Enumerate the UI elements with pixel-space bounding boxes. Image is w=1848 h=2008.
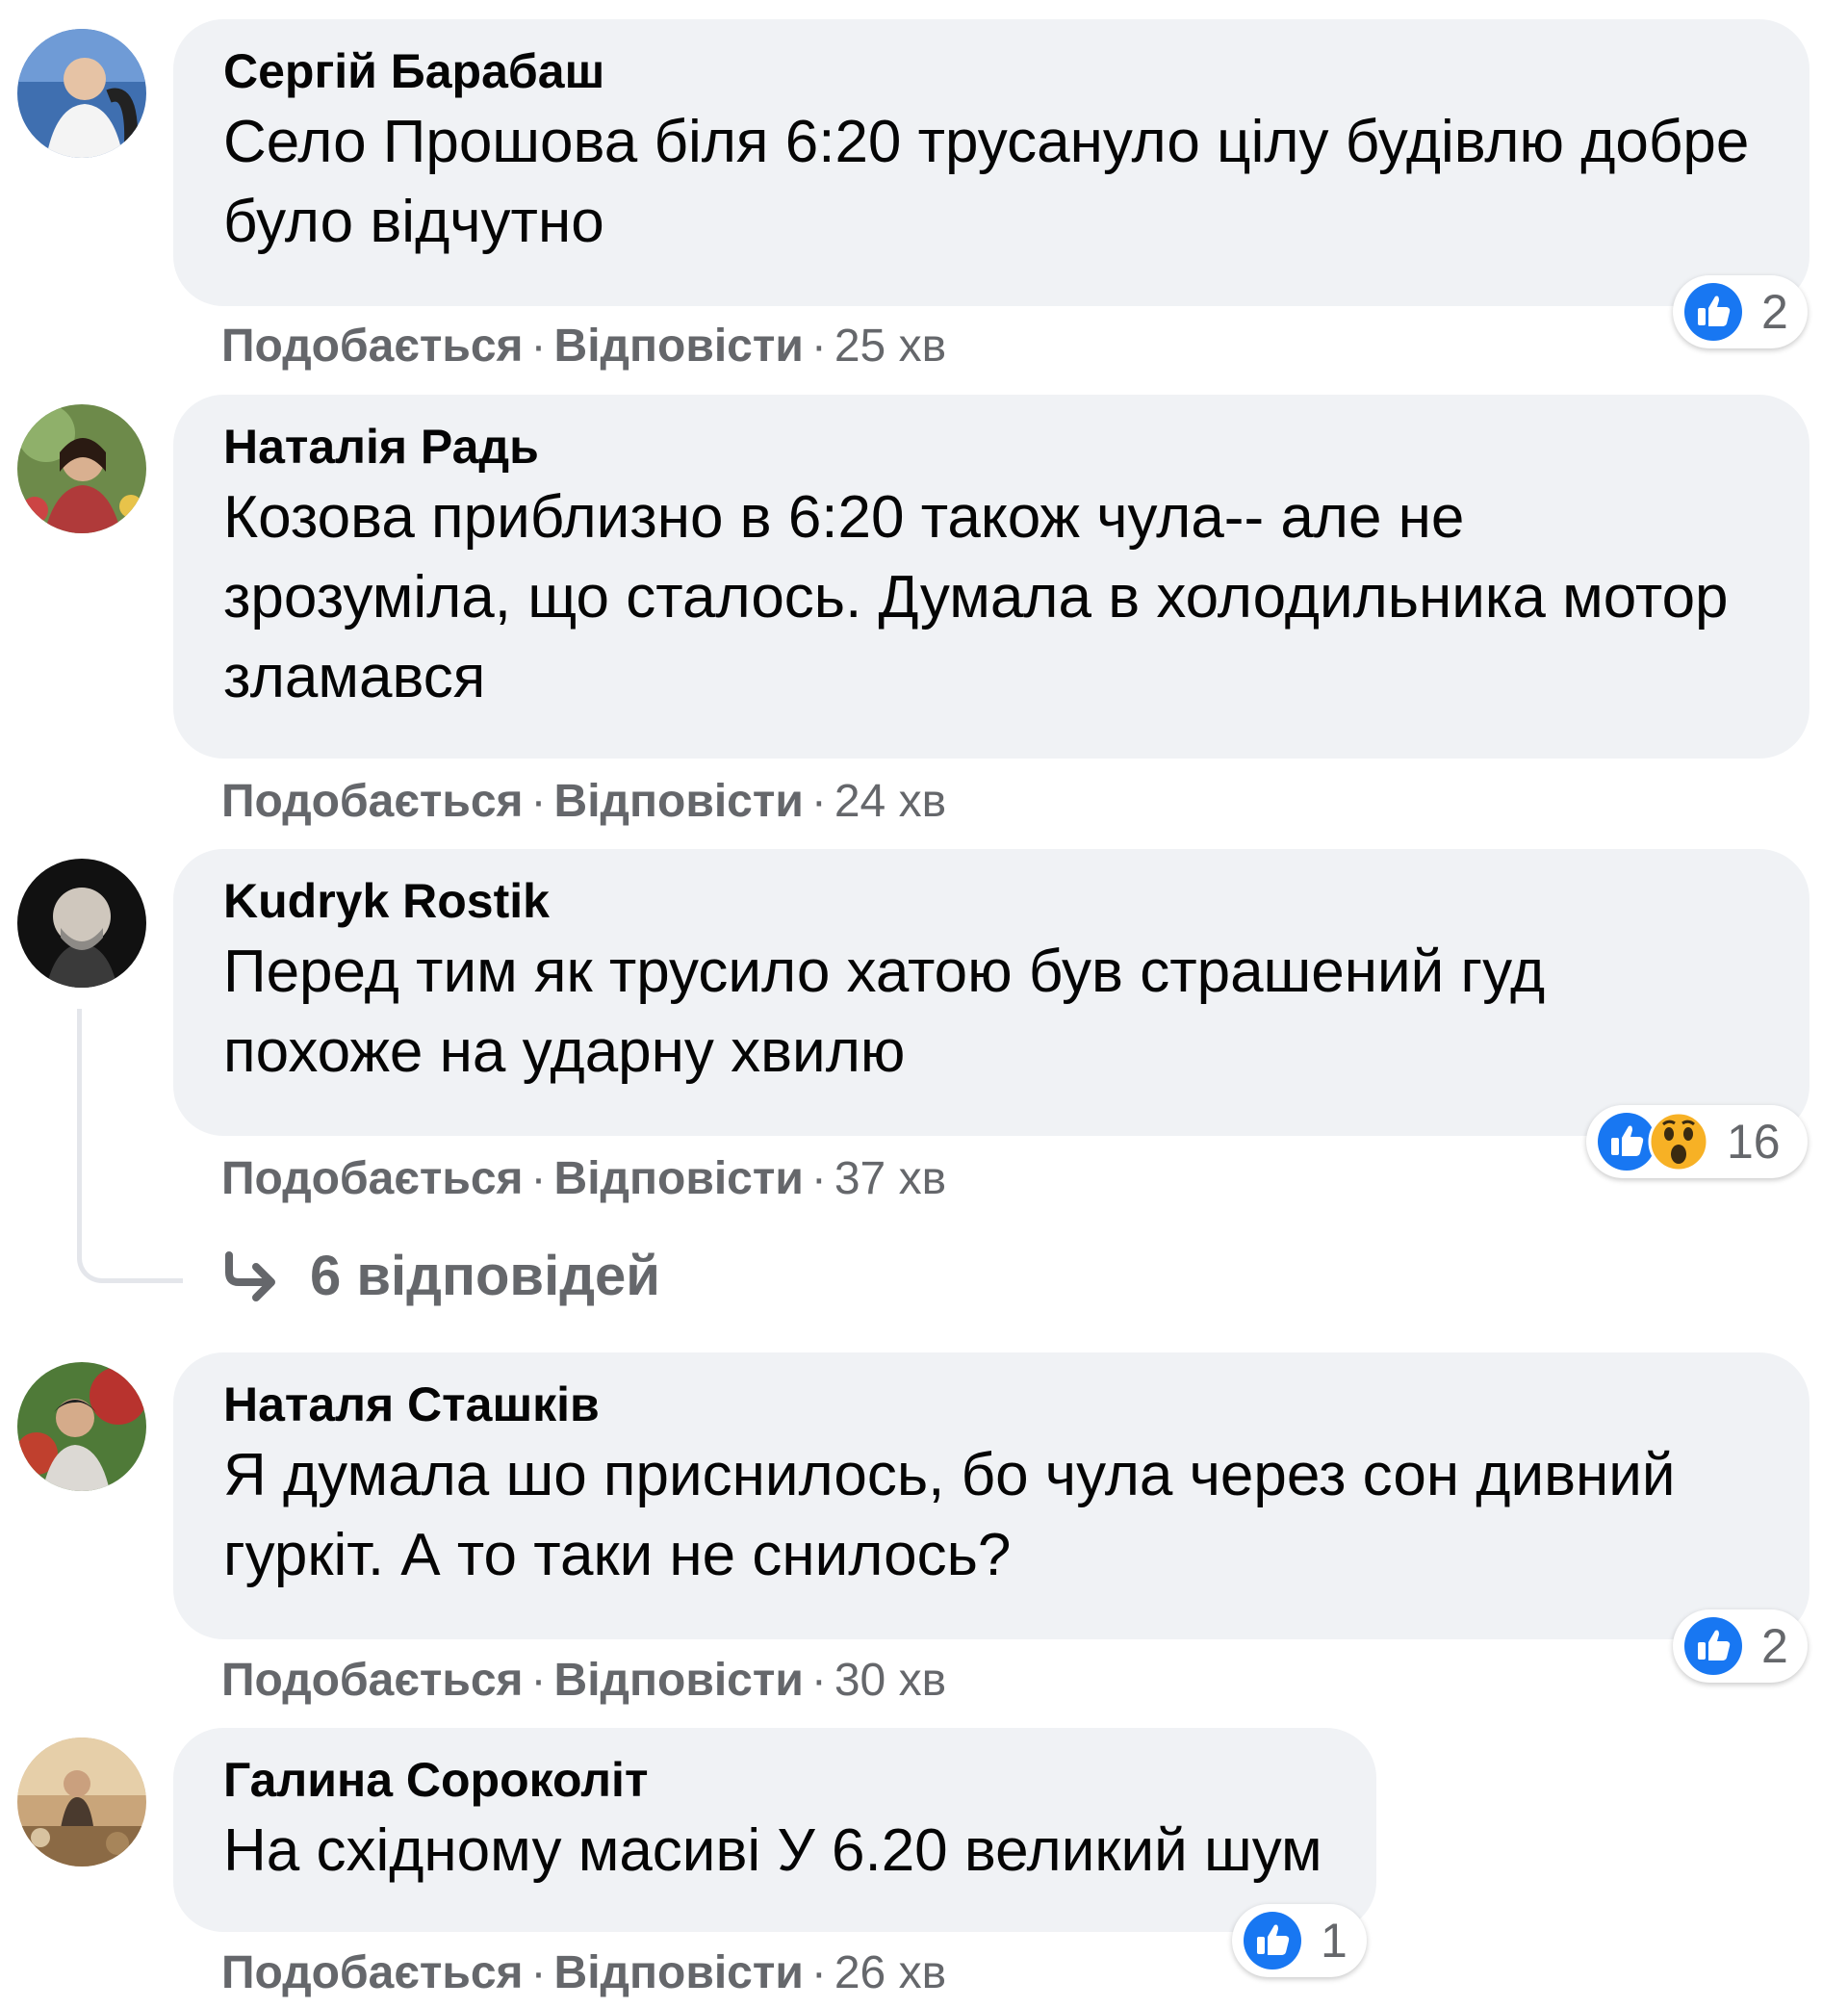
like-icon [1244, 1912, 1301, 1969]
reply-button[interactable]: Відповісти [554, 1655, 804, 1706]
reactions-badge[interactable]: 2 [1673, 275, 1808, 348]
reaction-count: 2 [1761, 285, 1788, 339]
comment-timestamp[interactable]: 37 хв [834, 1153, 946, 1204]
comment-actions: Подобається · Відповісти · 25 хв [221, 321, 947, 372]
reply-arrow-icon [225, 1251, 275, 1301]
like-button[interactable]: Подобається [221, 1947, 524, 1998]
comment-text: На східному масиві У 6.20 великий шум [223, 1817, 1322, 1884]
reactions-badge[interactable]: 1 [1232, 1904, 1367, 1977]
thread-line [77, 1009, 183, 1283]
comment-bubble: Галина Сороколіт На східному масиві У 6.… [173, 1728, 1376, 1932]
reply-button[interactable]: Відповісти [554, 776, 804, 827]
like-icon [1684, 283, 1742, 341]
comment-author[interactable]: Kudryk Rostik [223, 870, 1759, 932]
wow-icon [1648, 1111, 1709, 1172]
comment-timestamp[interactable]: 25 хв [834, 321, 946, 372]
like-icon [1684, 1617, 1742, 1675]
comment-text: Козова приблизно в 6:20 також чула-- але… [223, 484, 1729, 710]
comment-text: Я думала шо приснилось, бо чула через со… [223, 1442, 1676, 1588]
avatar[interactable] [17, 404, 146, 533]
comment-bubble: Наталя Сташків Я думала шо приснилось, б… [173, 1352, 1810, 1639]
avatar[interactable] [17, 1362, 146, 1491]
reply-button[interactable]: Відповісти [554, 1153, 804, 1204]
comment-author[interactable]: Наталія Радь [223, 416, 1759, 477]
like-button[interactable]: Подобається [221, 1655, 524, 1706]
reply-button[interactable]: Відповісти [554, 321, 804, 372]
reaction-count: 2 [1761, 1619, 1788, 1673]
reaction-count: 16 [1727, 1115, 1781, 1169]
comment-timestamp[interactable]: 30 хв [834, 1655, 946, 1706]
view-replies-link[interactable]: 6 відповідей [221, 1242, 660, 1311]
reply-button[interactable]: Відповісти [554, 1947, 804, 1998]
comment-bubble: Сергій Барабаш Село Прошова біля 6:20 тр… [173, 19, 1810, 306]
avatar[interactable] [17, 859, 146, 988]
comment-text: Село Прошова біля 6:20 трусануло цілу бу… [223, 109, 1750, 255]
avatar[interactable] [17, 29, 146, 158]
like-button[interactable]: Подобається [221, 776, 524, 827]
reactions-badge[interactable]: 2 [1673, 1609, 1808, 1683]
comment-author[interactable]: Наталя Сташків [223, 1374, 1759, 1435]
avatar[interactable] [17, 1738, 146, 1866]
like-button[interactable]: Подобається [221, 321, 524, 372]
comment-actions: Подобається · Відповісти · 30 хв [221, 1655, 947, 1706]
comment-timestamp[interactable]: 24 хв [834, 776, 946, 827]
comment-text: Перед тим як трусило хатою був страшений… [223, 939, 1546, 1085]
comment-bubble: Наталія Радь Козова приблизно в 6:20 так… [173, 395, 1810, 759]
comment-author[interactable]: Галина Сороколіт [223, 1749, 1326, 1811]
comment-bubble: Kudryk Rostik Перед тим як трусило хатою… [173, 849, 1810, 1136]
reaction-count: 1 [1321, 1914, 1348, 1968]
comment-actions: Подобається · Відповісти · 26 хв [221, 1947, 947, 1998]
comment-actions: Подобається · Відповісти · 24 хв [221, 776, 947, 827]
comment-actions: Подобається · Відповісти · 37 хв [221, 1153, 947, 1204]
comment-author[interactable]: Сергій Барабаш [223, 40, 1759, 102]
replies-count-label: 6 відповідей [310, 1245, 660, 1307]
reactions-badge[interactable]: 16 [1586, 1105, 1808, 1178]
like-button[interactable]: Подобається [221, 1153, 524, 1204]
comment-timestamp[interactable]: 26 хв [834, 1947, 946, 1998]
